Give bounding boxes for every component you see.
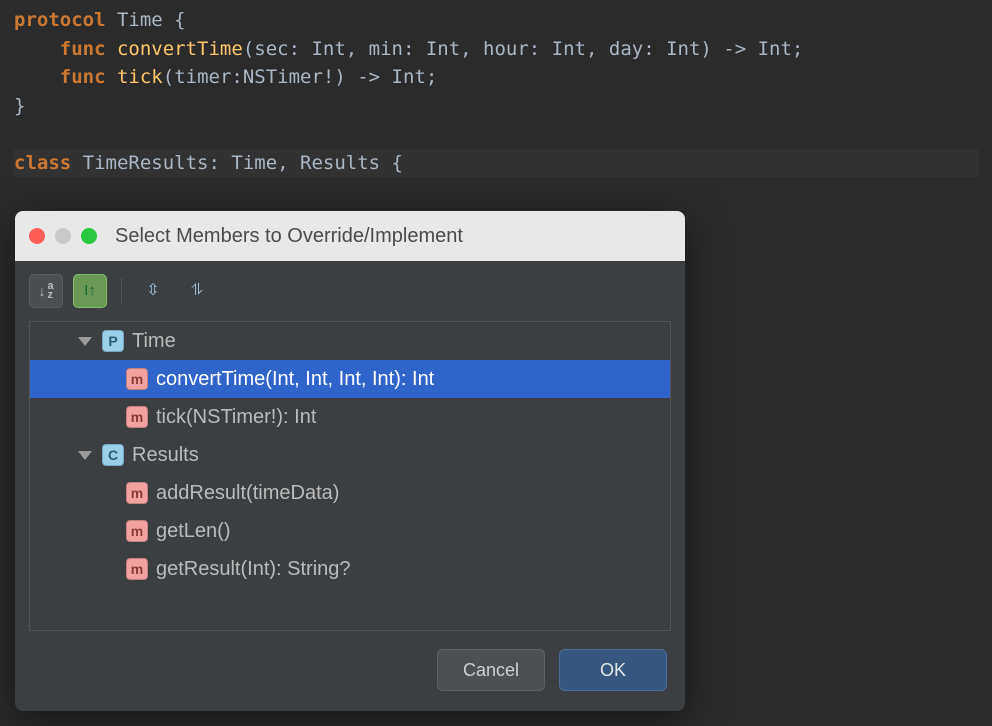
tree-item-addresult[interactable]: m addResult(timeData) bbox=[30, 474, 670, 512]
chevron-down-icon[interactable] bbox=[78, 337, 92, 346]
method-icon: m bbox=[126, 406, 148, 428]
class-icon: C bbox=[102, 444, 124, 466]
code-editor[interactable]: protocol Time { func convertTime(sec: In… bbox=[0, 0, 992, 183]
protocol-icon: P bbox=[102, 330, 124, 352]
method-icon: m bbox=[126, 558, 148, 580]
collapse-all-button[interactable]: ⥮ bbox=[180, 274, 214, 308]
method-icon: m bbox=[126, 482, 148, 504]
tree-item-tick[interactable]: m tick(NSTimer!): Int bbox=[30, 398, 670, 436]
member-tree[interactable]: P Time m convertTime(Int, Int, Int, Int)… bbox=[29, 321, 671, 631]
titlebar: Select Members to Override/Implement bbox=[15, 211, 685, 261]
method-icon: m bbox=[126, 520, 148, 542]
tree-item-label: convertTime(Int, Int, Int, Int): Int bbox=[156, 364, 434, 394]
code-line: protocol Time { bbox=[14, 6, 978, 35]
cancel-button[interactable]: Cancel bbox=[437, 649, 545, 691]
maximize-icon[interactable] bbox=[81, 228, 97, 244]
dialog-toolbar: ↓az I↑ ⇳ ⥮ bbox=[15, 261, 685, 321]
tree-node-results[interactable]: C Results bbox=[30, 436, 670, 474]
tree-item-getresult[interactable]: m getResult(Int): String? bbox=[30, 550, 670, 588]
tree-node-time[interactable]: P Time bbox=[30, 322, 670, 360]
code-line: func tick(timer:NSTimer!) -> Int; bbox=[14, 63, 978, 92]
tree-item-getlen[interactable]: m getLen() bbox=[30, 512, 670, 550]
window-controls bbox=[29, 228, 97, 244]
sort-implement-button[interactable]: I↑ bbox=[73, 274, 107, 308]
close-icon[interactable] bbox=[29, 228, 45, 244]
expand-all-icon: ⇳ bbox=[146, 279, 159, 303]
tree-item-label: tick(NSTimer!): Int bbox=[156, 402, 316, 432]
minimize-icon[interactable] bbox=[55, 228, 71, 244]
ok-button[interactable]: OK bbox=[559, 649, 667, 691]
button-label: OK bbox=[600, 657, 626, 684]
tree-item-label: addResult(timeData) bbox=[156, 478, 339, 508]
sort-alpha-icon: ↓az bbox=[38, 281, 53, 302]
toolbar-separator bbox=[121, 278, 122, 304]
dialog-buttons: Cancel OK bbox=[15, 631, 685, 711]
tree-item-label: getResult(Int): String? bbox=[156, 554, 351, 584]
method-icon: m bbox=[126, 368, 148, 390]
tree-item-converttime[interactable]: m convertTime(Int, Int, Int, Int): Int bbox=[30, 360, 670, 398]
implement-up-icon: I↑ bbox=[84, 280, 96, 303]
override-dialog: Select Members to Override/Implement ↓az… bbox=[15, 211, 685, 711]
code-line bbox=[14, 120, 978, 149]
sort-alpha-button[interactable]: ↓az bbox=[29, 274, 63, 308]
chevron-down-icon[interactable] bbox=[78, 451, 92, 460]
expand-all-button[interactable]: ⇳ bbox=[136, 274, 170, 308]
collapse-all-icon: ⥮ bbox=[191, 279, 203, 303]
tree-node-label: Results bbox=[132, 440, 199, 470]
code-line: func convertTime(sec: Int, min: Int, hou… bbox=[14, 35, 978, 64]
code-line: class TimeResults: Time, Results { bbox=[14, 149, 978, 178]
tree-node-label: Time bbox=[132, 326, 176, 356]
dialog-title: Select Members to Override/Implement bbox=[115, 221, 463, 251]
tree-item-label: getLen() bbox=[156, 516, 231, 546]
code-line: } bbox=[14, 92, 978, 121]
button-label: Cancel bbox=[463, 657, 519, 684]
